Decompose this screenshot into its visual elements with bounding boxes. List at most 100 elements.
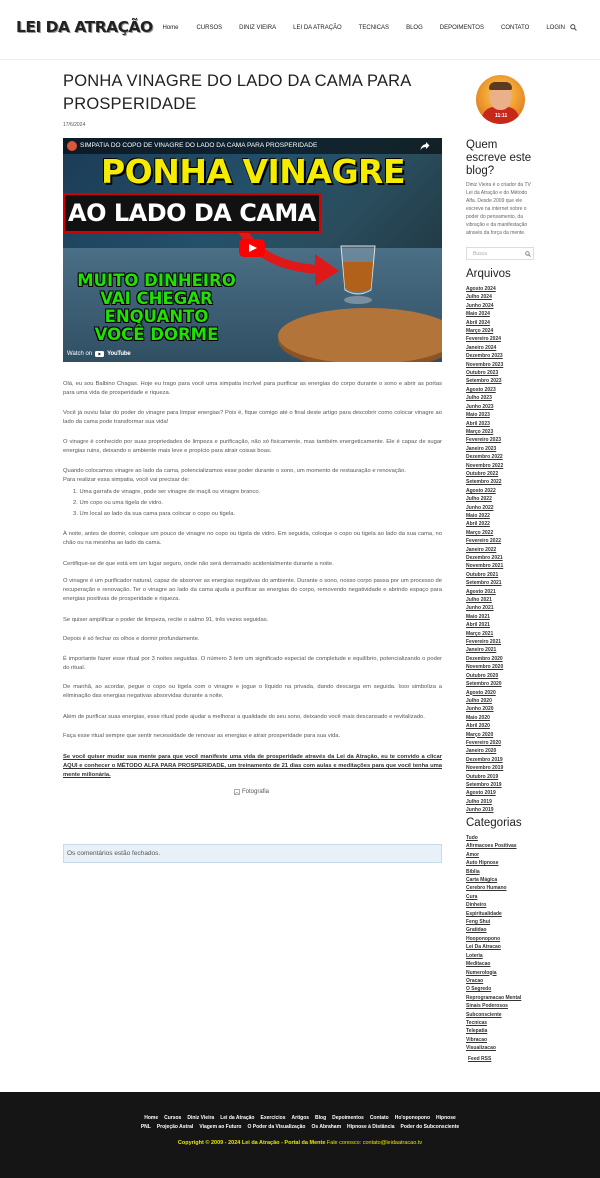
archive-link[interactable]: Março 2023 <box>466 428 546 436</box>
footer-link[interactable]: Blog <box>315 1115 326 1121</box>
archive-link[interactable]: Setembro 2023 <box>466 377 546 385</box>
archive-link[interactable]: Junho 2020 <box>466 705 546 713</box>
archive-link[interactable]: Janeiro 2022 <box>466 546 546 554</box>
footer-link[interactable]: Depoimentos <box>332 1115 364 1121</box>
archive-link[interactable]: Julho 2022 <box>466 495 546 503</box>
archive-link[interactable]: Fevereiro 2024 <box>466 335 546 343</box>
archive-link[interactable]: Abril 2022 <box>466 520 546 528</box>
archive-link[interactable]: Fevereiro 2020 <box>466 739 546 747</box>
archive-link[interactable]: Novembro 2022 <box>466 462 546 470</box>
archive-link[interactable]: Agosto 2023 <box>466 386 546 394</box>
archive-link[interactable]: Julho 2023 <box>466 394 546 402</box>
archive-link[interactable]: Julho 2020 <box>466 697 546 705</box>
youtube-video-embed[interactable]: SIMPATIA DO COPO DE VINAGRE DO LADO DA C… <box>63 138 442 362</box>
archive-link[interactable]: Janeiro 2021 <box>466 646 546 654</box>
archive-link[interactable]: Setembro 2022 <box>466 478 546 486</box>
category-link[interactable]: O Segredo <box>466 985 546 993</box>
category-link[interactable]: Loteria <box>466 952 546 960</box>
category-link[interactable]: Gratidao <box>466 926 546 934</box>
category-link[interactable]: Tecnicas <box>466 1019 546 1027</box>
archive-link[interactable]: Fevereiro 2021 <box>466 638 546 646</box>
archive-link[interactable]: Junho 2021 <box>466 604 546 612</box>
archive-link[interactable]: Junho 2023 <box>466 403 546 411</box>
category-link[interactable]: Bíblia <box>466 868 546 876</box>
contact-email-link[interactable]: contato@leidaatracao.tv <box>363 1140 422 1146</box>
category-link[interactable]: Feng Shui <box>466 918 546 926</box>
search-icon[interactable] <box>570 24 577 31</box>
archive-link[interactable]: Março 2024 <box>466 327 546 335</box>
footer-link[interactable]: Projeção Astral <box>157 1124 194 1130</box>
category-link[interactable]: Tudo <box>466 834 546 842</box>
category-link[interactable]: Cerebro Humano <box>466 884 546 892</box>
category-link[interactable]: Numerologia <box>466 969 546 977</box>
footer-link[interactable]: Cursos <box>164 1115 181 1121</box>
archive-link[interactable]: Fevereiro 2022 <box>466 537 546 545</box>
video-title[interactable]: SIMPATIA DO COPO DE VINAGRE DO LADO DA C… <box>80 142 317 149</box>
archive-link[interactable]: Abril 2024 <box>466 319 546 327</box>
category-link[interactable]: Oracao <box>466 977 546 985</box>
play-button-icon[interactable] <box>239 239 265 257</box>
archive-link[interactable]: Setembro 2021 <box>466 579 546 587</box>
category-link[interactable]: Afirmacoes Positivas <box>466 842 546 850</box>
search-input[interactable]: Busca <box>473 251 487 257</box>
category-link[interactable]: Carta Mágica <box>466 876 546 884</box>
footer-link[interactable]: Exercícios <box>261 1115 286 1121</box>
archive-link[interactable]: Junho 2019 <box>466 806 546 814</box>
archive-link[interactable]: Agosto 2021 <box>466 588 546 596</box>
archive-link[interactable]: Março 2022 <box>466 529 546 537</box>
archive-link[interactable]: Agosto 2024 <box>466 285 546 293</box>
archive-link[interactable]: Dezembro 2019 <box>466 756 546 764</box>
footer-link[interactable]: Ho'oponopono <box>395 1115 430 1121</box>
footer-link[interactable]: Hipnose <box>436 1115 456 1121</box>
category-link[interactable]: Lei Da Atracao <box>466 943 546 951</box>
archive-link[interactable]: Maio 2022 <box>466 512 546 520</box>
footer-link[interactable]: Diniz Vieira <box>187 1115 214 1121</box>
archive-link[interactable]: Novembro 2020 <box>466 663 546 671</box>
archive-link[interactable]: Dezembro 2020 <box>466 655 546 663</box>
archive-link[interactable]: Agosto 2019 <box>466 789 546 797</box>
archive-link[interactable]: Junho 2022 <box>466 504 546 512</box>
nav-home[interactable]: Home <box>162 25 178 31</box>
footer-link[interactable]: Artigos <box>292 1115 310 1121</box>
archive-link[interactable]: Janeiro 2024 <box>466 344 546 352</box>
archive-link[interactable]: Dezembro 2021 <box>466 554 546 562</box>
channel-avatar[interactable] <box>67 141 77 151</box>
archive-link[interactable]: Outubro 2019 <box>466 773 546 781</box>
category-link[interactable]: Meditacao <box>466 960 546 968</box>
footer-link[interactable]: Home <box>144 1115 158 1121</box>
footer-link[interactable]: Lei da Atração <box>220 1115 254 1121</box>
archive-link[interactable]: Novembro 2023 <box>466 361 546 369</box>
archive-link[interactable]: Novembro 2019 <box>466 764 546 772</box>
footer-link[interactable]: Viagem ao Futuro <box>199 1124 241 1130</box>
archive-link[interactable]: Outubro 2020 <box>466 672 546 680</box>
footer-link[interactable]: Os Abraham <box>311 1124 341 1130</box>
nav-login[interactable]: LOGIN <box>546 25 565 31</box>
archive-link[interactable]: Setembro 2020 <box>466 680 546 688</box>
category-link[interactable]: Vibracao <box>466 1036 546 1044</box>
share-icon[interactable] <box>420 141 430 151</box>
archive-link[interactable]: Julho 2021 <box>466 596 546 604</box>
feed-rss-link[interactable]: Feed RSS <box>468 1056 491 1062</box>
search-icon[interactable] <box>525 251 531 257</box>
cta-link[interactable]: Se você quiser mudar sua mente para que … <box>63 753 442 780</box>
archive-link[interactable]: Abril 2021 <box>466 621 546 629</box>
nav-tecnicas[interactable]: TECNICAS <box>359 25 389 31</box>
archive-link[interactable]: Dezembro 2022 <box>466 453 546 461</box>
archive-link[interactable]: Agosto 2022 <box>466 487 546 495</box>
nav-cursos[interactable]: CURSOS <box>196 25 222 31</box>
archive-link[interactable]: Maio 2021 <box>466 613 546 621</box>
footer-link[interactable]: Contato <box>370 1115 389 1121</box>
archive-link[interactable]: Novembro 2021 <box>466 562 546 570</box>
category-link[interactable]: Visualizacao <box>466 1044 546 1052</box>
category-link[interactable]: Subconsciente <box>466 1011 546 1019</box>
category-link[interactable]: Amor <box>466 851 546 859</box>
archive-link[interactable]: Outubro 2023 <box>466 369 546 377</box>
nav-diniz-vieira[interactable]: DINIZ VIEIRA <box>239 25 276 31</box>
category-link[interactable]: Reprogramacao Mental <box>466 994 546 1002</box>
category-link[interactable]: Sinais Poderosos <box>466 1002 546 1010</box>
archive-link[interactable]: Julho 2019 <box>466 798 546 806</box>
category-link[interactable]: Espiritualidade <box>466 910 546 918</box>
archive-link[interactable]: Abril 2023 <box>466 420 546 428</box>
nav-depoimentos[interactable]: DEPOIMENTOS <box>440 25 484 31</box>
category-link[interactable]: Dinheiro <box>466 901 546 909</box>
